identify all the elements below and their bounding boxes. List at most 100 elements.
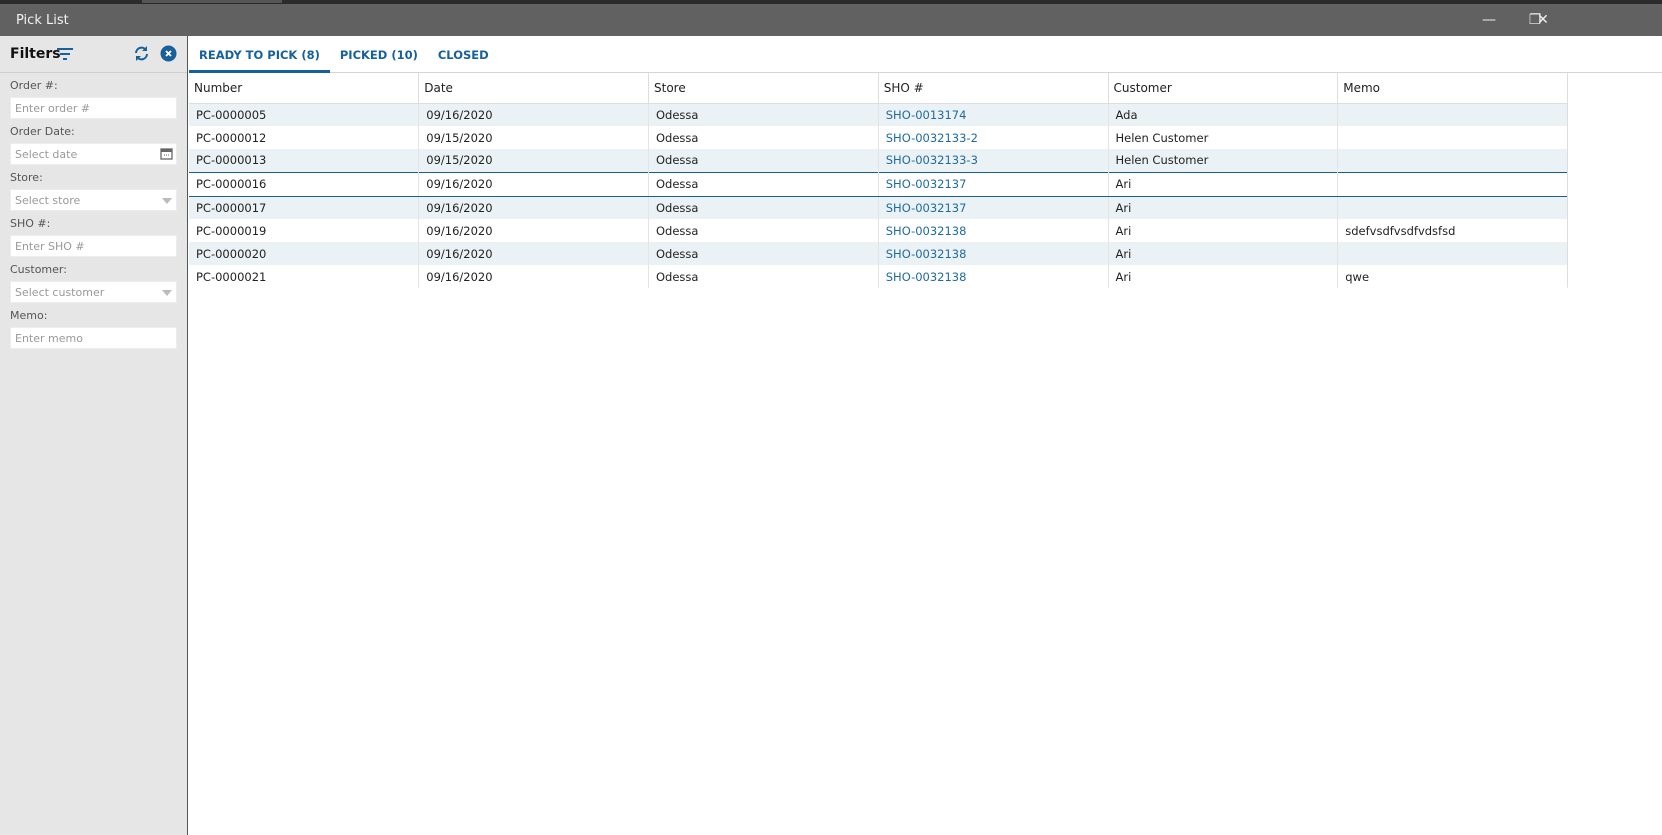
table-row[interactable]: PC-0000012 09/15/2020 Odessa SHO-0032133-2 H… xyxy=(189,126,1568,149)
cell-number: PC-0000005 xyxy=(189,103,420,126)
column-header-number[interactable]: Number xyxy=(189,73,420,104)
placeholder: Select store xyxy=(15,194,81,207)
cell-number: PC-0000021 xyxy=(189,265,420,288)
customer-select[interactable]: Select customer xyxy=(10,281,177,303)
cell-store: Odessa xyxy=(648,265,879,288)
cell-memo xyxy=(1337,242,1568,265)
cell-customer: Ada xyxy=(1108,103,1339,126)
filters-panel: Filters Order #: Enter order # Order Date:… xyxy=(0,36,188,835)
cell-memo: sdefvsdfvsdfvdsfsd xyxy=(1337,219,1568,242)
filter-icon[interactable] xyxy=(57,48,73,60)
cell-sho-link[interactable]: SHO-0032133-3 xyxy=(878,149,1109,172)
main-content: READY TO PICK (8) PICKED (10) CLOSED Num… xyxy=(189,36,1662,835)
filters-title: Filters xyxy=(10,46,61,62)
store-select[interactable]: Select store xyxy=(10,189,177,211)
cell-number: PC-0000013 xyxy=(189,149,420,172)
cell-memo xyxy=(1337,126,1568,149)
cell-store: Odessa xyxy=(648,149,879,172)
cell-customer: Ari xyxy=(1108,219,1339,242)
cell-date: 09/16/2020 xyxy=(418,103,649,126)
cell-date: 09/15/2020 xyxy=(418,126,649,149)
cell-number: PC-0000020 xyxy=(189,242,420,265)
minimize-icon: — xyxy=(1482,12,1496,28)
placeholder: Select customer xyxy=(15,286,105,299)
calendar-icon[interactable] xyxy=(160,147,173,163)
clear-filters-icon[interactable] xyxy=(160,45,177,62)
cell-sho-link[interactable]: SHO-0013174 xyxy=(878,103,1109,126)
cell-memo xyxy=(1337,149,1568,172)
order-number-input[interactable]: Enter order # xyxy=(10,97,177,119)
cell-date: 09/16/2020 xyxy=(418,265,649,288)
cell-store: Odessa xyxy=(648,171,879,197)
filter-label-order-date: Order Date: xyxy=(10,125,75,138)
pick-list-table: Number Date Store SHO # Customer Memo PC-0000… xyxy=(189,73,1568,288)
cell-store: Odessa xyxy=(648,126,879,149)
close-icon: ✕ xyxy=(1537,12,1549,28)
table-row[interactable]: PC-0000005 09/16/2020 Odessa SHO-0013174 Ada xyxy=(189,103,1568,126)
cell-memo xyxy=(1337,196,1568,219)
refresh-icon[interactable] xyxy=(133,45,150,62)
cell-customer: Ari xyxy=(1108,196,1339,219)
placeholder: Select date xyxy=(15,148,78,161)
cell-number: PC-0000016 xyxy=(189,171,420,197)
chevron-down-icon xyxy=(162,198,172,204)
cell-sho-link[interactable]: SHO-0032137 xyxy=(878,196,1109,219)
table-row[interactable]: PC-0000021 09/16/2020 Odessa SHO-0032138 Ari… xyxy=(189,265,1568,288)
placeholder: Enter order # xyxy=(15,102,91,115)
filters-header: Filters xyxy=(0,36,187,73)
column-header-memo[interactable]: Memo xyxy=(1337,73,1568,104)
cell-store: Odessa xyxy=(648,103,879,126)
cell-memo xyxy=(1337,171,1568,197)
cell-date: 09/15/2020 xyxy=(418,149,649,172)
cell-customer: Helen Customer xyxy=(1108,126,1339,149)
table-row[interactable]: PC-0000016 09/16/2020 Odessa SHO-0032137 Ari xyxy=(189,171,1568,197)
cell-sho-link[interactable]: SHO-0032133-2 xyxy=(878,126,1109,149)
placeholder: Enter SHO # xyxy=(15,240,85,253)
minimize-button[interactable]: — xyxy=(1466,4,1512,36)
cell-number: PC-0000017 xyxy=(189,196,420,219)
close-window-button[interactable]: ✕ xyxy=(1520,4,1566,36)
table-row[interactable]: PC-0000017 09/16/2020 Odessa SHO-0032137 Ari xyxy=(189,196,1568,219)
filter-label-order-number: Order #: xyxy=(10,79,58,92)
cell-sho-link[interactable]: SHO-0032138 xyxy=(878,219,1109,242)
cell-customer: Helen Customer xyxy=(1108,149,1339,172)
tab-bar: READY TO PICK (8) PICKED (10) CLOSED xyxy=(189,36,1662,73)
memo-input[interactable]: Enter memo xyxy=(10,327,177,349)
filter-label-store: Store: xyxy=(10,171,43,184)
filter-label-customer: Customer: xyxy=(10,263,67,276)
tab-closed[interactable]: CLOSED xyxy=(428,36,499,73)
filter-label-sho-number: SHO #: xyxy=(10,217,51,230)
cell-date: 09/16/2020 xyxy=(418,219,649,242)
cell-sho-link[interactable]: SHO-0032138 xyxy=(878,242,1109,265)
sho-number-input[interactable]: Enter SHO # xyxy=(10,235,177,257)
tab-ready-to-pick[interactable]: READY TO PICK (8) xyxy=(189,36,330,73)
column-header-sho[interactable]: SHO # xyxy=(878,73,1109,104)
chevron-down-icon xyxy=(162,290,172,296)
cell-customer: Ari xyxy=(1108,242,1339,265)
cell-date: 09/16/2020 xyxy=(418,171,649,197)
cell-customer: Ari xyxy=(1108,171,1339,197)
column-header-date[interactable]: Date xyxy=(418,73,649,104)
table-row[interactable]: PC-0000020 09/16/2020 Odessa SHO-0032138 Ari xyxy=(189,242,1568,265)
cell-memo xyxy=(1337,103,1568,126)
cell-customer: Ari xyxy=(1108,265,1339,288)
cell-date: 09/16/2020 xyxy=(418,196,649,219)
table-row[interactable]: PC-0000019 09/16/2020 Odessa SHO-0032138 Ari… xyxy=(189,219,1568,242)
filter-label-memo: Memo: xyxy=(10,309,48,322)
order-date-input[interactable]: Select date xyxy=(10,143,177,165)
column-header-store[interactable]: Store xyxy=(648,73,879,104)
cell-sho-link[interactable]: SHO-0032138 xyxy=(878,265,1109,288)
cell-sho-link[interactable]: SHO-0032137 xyxy=(878,171,1109,197)
table-right-border xyxy=(1567,73,1568,286)
cell-memo: qwe xyxy=(1337,265,1568,288)
cell-number: PC-0000019 xyxy=(189,219,420,242)
cell-number: PC-0000012 xyxy=(189,126,420,149)
cell-store: Odessa xyxy=(648,196,879,219)
column-header-customer[interactable]: Customer xyxy=(1108,73,1339,104)
tab-picked[interactable]: PICKED (10) xyxy=(330,36,428,73)
window-title: Pick List xyxy=(16,13,69,28)
cell-store: Odessa xyxy=(648,242,879,265)
title-bar: Pick List — ❐ ✕ xyxy=(0,4,1662,36)
table-header-row: Number Date Store SHO # Customer Memo xyxy=(189,73,1568,104)
table-row[interactable]: PC-0000013 09/15/2020 Odessa SHO-0032133-3 H… xyxy=(189,149,1568,172)
